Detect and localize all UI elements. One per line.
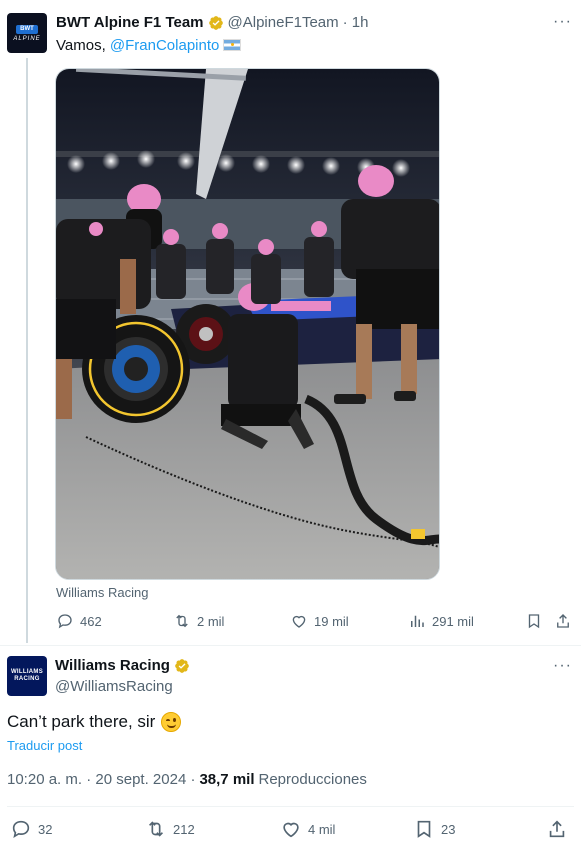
argentina-flag-icon — [223, 39, 242, 51]
repost-icon — [148, 821, 164, 837]
views-chart-icon — [411, 615, 424, 627]
post-time[interactable]: · 1h — [343, 14, 369, 31]
tweet-text-prefix: Vamos, — [56, 37, 110, 54]
views-count: 291 mil — [432, 613, 474, 629]
wink-emoji-icon — [161, 712, 182, 732]
verified-gold-icon — [208, 15, 223, 30]
tweet-text: Vamos, @FranColapinto — [56, 37, 242, 54]
repost-count: 212 — [173, 821, 195, 837]
views-count: 38,7 mil — [199, 771, 255, 788]
tweet2-actions: 32 212 4 mil 23 — [0, 818, 581, 842]
user-handle[interactable]: @WilliamsRacing — [55, 678, 173, 695]
share-icon — [549, 820, 565, 838]
share-icon — [557, 614, 569, 628]
display-name[interactable]: BWT Alpine F1 Team — [56, 14, 204, 31]
repost-button[interactable]: 212 — [145, 818, 195, 840]
bookmark-button[interactable]: 23 — [413, 818, 455, 840]
tweet-header: BWT Alpine F1 Team @AlpineF1Team · 1h — [56, 14, 368, 31]
divider — [0, 645, 581, 646]
like-count: 4 mil — [308, 821, 336, 837]
heart-icon — [283, 822, 299, 838]
heart-icon — [292, 615, 306, 628]
avatar-text-line1: WILLIAMS — [10, 669, 44, 675]
bookmark-button[interactable] — [525, 612, 549, 630]
translate-post-link[interactable]: Traducir post — [7, 738, 82, 753]
tweet-actions: 462 2 mil 19 mil 291 mil — [56, 612, 576, 634]
pitstop-photo — [56, 69, 439, 579]
repost-icon — [176, 614, 188, 628]
share-button[interactable] — [554, 612, 578, 630]
like-count: 19 mil — [314, 613, 349, 629]
display-name[interactable]: Williams Racing — [55, 657, 170, 674]
tweet-text-content: Can’t park there, sir — [7, 712, 156, 731]
repost-button[interactable]: 2 mil — [173, 612, 224, 630]
tweet-alpine[interactable]: BWT ALPINE BWT Alpine F1 Team @AlpineF1T… — [0, 0, 581, 650]
views-button[interactable]: 291 mil — [408, 612, 474, 630]
bwt-badge: BWT — [16, 24, 38, 34]
more-options-icon[interactable]: ··· — [553, 657, 572, 675]
user-handle[interactable]: @AlpineF1Team — [228, 14, 339, 31]
bookmark-icon — [528, 614, 540, 629]
views-label: Reproducciones — [258, 771, 367, 788]
like-button[interactable]: 4 mil — [280, 818, 335, 840]
bookmark-count: 23 — [441, 821, 456, 837]
williams-avatar[interactable]: WILLIAMS RACING — [7, 656, 47, 696]
tweet2-header: Williams Racing — [55, 657, 194, 674]
mention-link[interactable]: @FranColapinto — [110, 37, 219, 54]
avatar-text-line2: RACING — [14, 676, 40, 682]
share-button[interactable] — [546, 818, 574, 840]
tweet-photo[interactable] — [55, 68, 440, 580]
reply-button[interactable]: 32 — [10, 818, 52, 840]
divider — [7, 806, 574, 807]
more-options-icon[interactable]: ··· — [553, 13, 572, 31]
alpine-wordmark: ALPINE — [13, 35, 41, 42]
reply-icon — [12, 820, 30, 839]
reply-icon — [58, 614, 72, 629]
photo-caption[interactable]: Williams Racing — [56, 585, 148, 600]
alpine-avatar[interactable]: BWT ALPINE — [7, 13, 47, 53]
post-timestamp[interactable]: 10:20 a. m. · 20 sept. 2024 · — [7, 771, 195, 788]
tweet-text: Can’t park there, sir — [7, 712, 182, 732]
like-button[interactable]: 19 mil — [290, 612, 349, 630]
reply-button[interactable]: 462 — [56, 612, 102, 630]
repost-count: 2 mil — [197, 613, 225, 629]
bookmark-icon — [417, 820, 431, 838]
tweet-meta: 10:20 a. m. · 20 sept. 2024 · 38,7 mil R… — [7, 771, 367, 788]
reply-count: 32 — [38, 821, 53, 837]
verified-gold-icon — [175, 658, 189, 673]
reply-count: 462 — [80, 613, 102, 629]
